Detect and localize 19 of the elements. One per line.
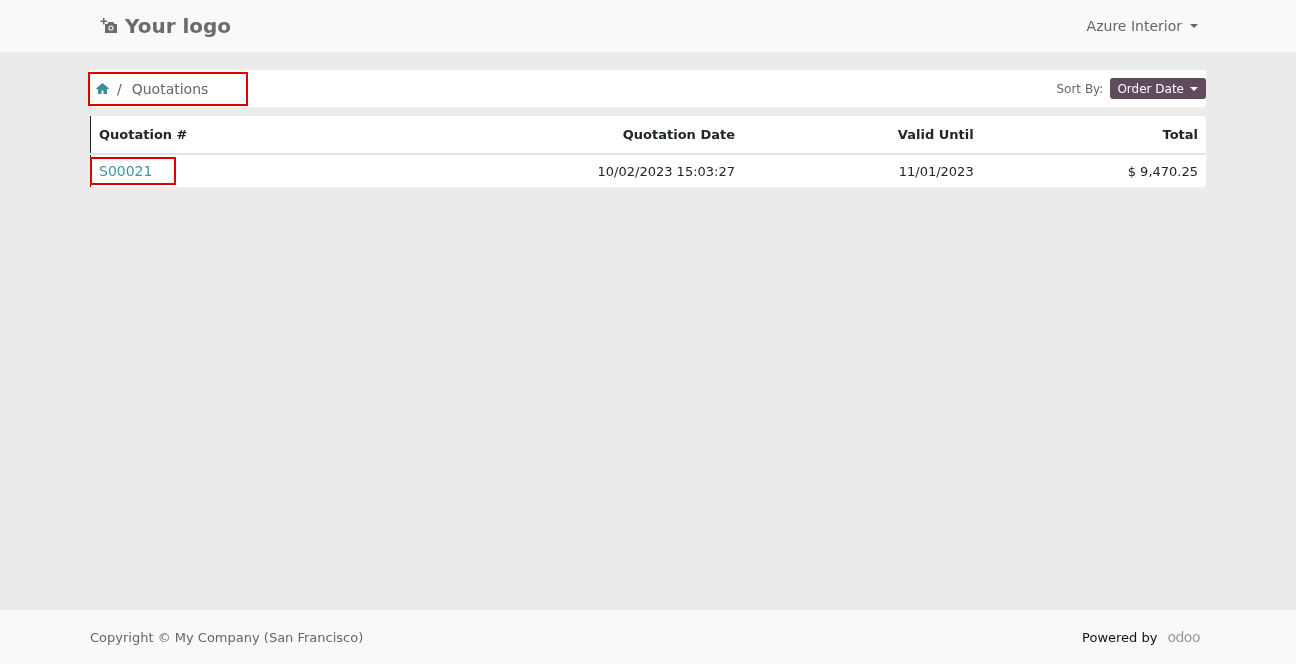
column-header: Valid Until (743, 116, 982, 154)
column-header: Quotation # (90, 116, 427, 154)
column-header: Quotation Date (427, 116, 743, 154)
table-cell: $ 9,470.25 (981, 154, 1206, 187)
column-header: Total (981, 116, 1206, 154)
copyright-text: Copyright © My Company (San Francisco) (90, 629, 364, 645)
user-menu[interactable]: Azure Interior (1086, 18, 1198, 34)
breadcrumb-current: Quotations (131, 80, 209, 97)
table-cell: 10/02/2023 15:03:27 (427, 154, 743, 187)
camera-icon (100, 18, 118, 34)
quotation-link[interactable]: S00021 (99, 163, 153, 179)
brand-link[interactable]: odoo (1167, 629, 1200, 645)
sort-label: Sort By: (1056, 81, 1104, 96)
powered-by-text: Powered by (1082, 629, 1158, 645)
sort-dropdown[interactable]: Order Date (1110, 78, 1206, 99)
home-icon[interactable] (96, 83, 109, 94)
table-cell: 11/01/2023 (743, 154, 982, 187)
logo-link[interactable]: Your logo (100, 14, 232, 38)
breadcrumb-separator: / (117, 80, 122, 97)
